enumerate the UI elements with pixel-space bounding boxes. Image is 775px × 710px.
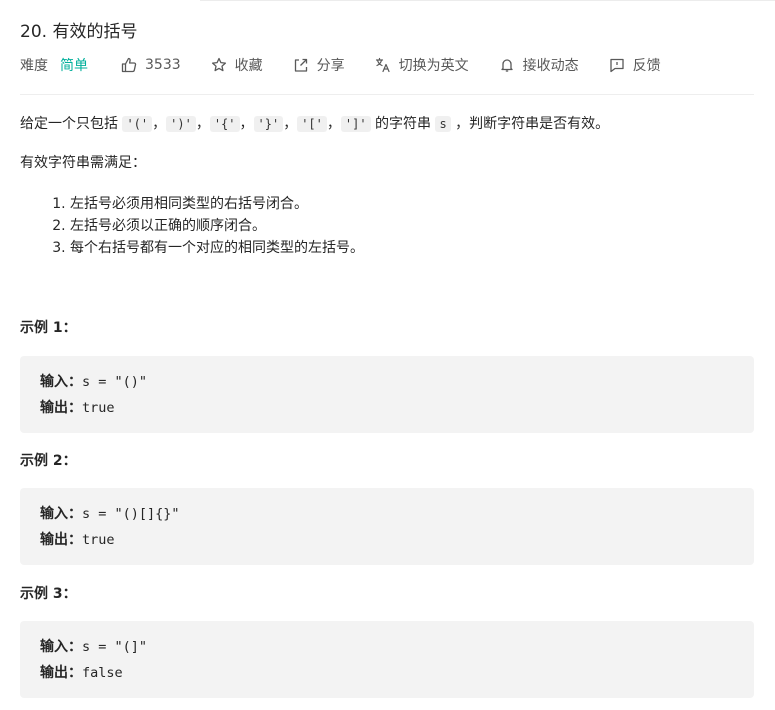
example-2-title: 示例 2： bbox=[20, 453, 77, 469]
problem-description: 给定一个只包括 '('， ')'， '{'， '}'， '['， ']' 的字符串 s ，… bbox=[20, 113, 754, 135]
switch-language-label: 切换为英文 bbox=[398, 58, 469, 74]
code-char: '[' bbox=[297, 116, 327, 132]
code-char: '}' bbox=[253, 116, 284, 132]
share-button[interactable]: 分享 bbox=[293, 55, 345, 75]
output-value: false bbox=[82, 665, 123, 681]
code-char: '(' bbox=[122, 116, 153, 132]
switch-language-button[interactable]: 切换为英文 bbox=[375, 55, 469, 75]
example-output-line: 输出：true bbox=[40, 527, 754, 553]
requirements-list: 左括号必须用相同类型的右括号闭合。 左括号必须以正确的顺序闭合。 每个右括号都有… bbox=[20, 193, 364, 259]
like-count: 3533 bbox=[145, 57, 181, 73]
example-input-line: 输入：s = "()[]{}" bbox=[40, 501, 754, 527]
translate-icon bbox=[375, 57, 391, 73]
output-value: true bbox=[82, 400, 115, 416]
output-label: 输出： bbox=[40, 400, 82, 416]
output-label: 输出： bbox=[40, 532, 82, 548]
example-1-title: 示例 1： bbox=[20, 320, 77, 336]
separator: ， bbox=[152, 116, 167, 132]
example-output-line: 输出：true bbox=[40, 395, 754, 421]
favorite-button[interactable]: 收藏 bbox=[211, 55, 263, 75]
separator: ， bbox=[195, 116, 210, 132]
code-char: '{' bbox=[209, 116, 240, 132]
separator: ， bbox=[326, 116, 341, 132]
difficulty-badge: 简单 bbox=[60, 58, 88, 74]
problem-meta-bar: 难度 简单 3533 收藏 分享 切换为英文 接收动态 反馈 bbox=[20, 54, 661, 76]
share-label: 分享 bbox=[316, 58, 345, 74]
example-input-line: 输入：s = "()" bbox=[40, 369, 754, 395]
input-value: s = "(]" bbox=[82, 639, 148, 655]
description-mid: 的字符串 bbox=[370, 116, 436, 132]
code-var: s bbox=[435, 116, 451, 132]
feedback-button[interactable]: 反馈 bbox=[609, 55, 661, 75]
input-label: 输入： bbox=[40, 374, 82, 390]
subscribe-button[interactable]: 接收动态 bbox=[499, 55, 579, 75]
code-char: ']' bbox=[340, 116, 371, 132]
separator: ， bbox=[283, 116, 298, 132]
code-char: ')' bbox=[166, 116, 196, 132]
list-item: 左括号必须以正确的顺序闭合。 bbox=[70, 215, 364, 237]
share-icon bbox=[293, 57, 309, 73]
problem-title: 20. 有效的括号 bbox=[20, 22, 138, 42]
separator: ， bbox=[239, 116, 254, 132]
difficulty-label: 难度 bbox=[20, 58, 48, 74]
thumbs-up-icon bbox=[121, 57, 137, 73]
description-prefix: 给定一个只包括 bbox=[20, 116, 123, 132]
feedback-icon bbox=[609, 57, 625, 73]
subscribe-label: 接收动态 bbox=[522, 58, 579, 74]
input-label: 输入： bbox=[40, 506, 82, 522]
example-input-line: 输入：s = "(]" bbox=[40, 634, 754, 660]
list-item: 每个右括号都有一个对应的相同类型的左括号。 bbox=[70, 237, 364, 259]
output-value: true bbox=[82, 532, 115, 548]
description-suffix: ，判断字符串是否有效。 bbox=[450, 116, 610, 132]
bell-icon bbox=[499, 57, 515, 73]
list-item: 左括号必须用相同类型的右括号闭合。 bbox=[70, 193, 364, 215]
example-3-title: 示例 3： bbox=[20, 586, 77, 602]
example-2-box: 输入：s = "()[]{}" 输出：true bbox=[20, 488, 754, 565]
like-button[interactable]: 3533 bbox=[121, 57, 181, 73]
top-border bbox=[200, 0, 775, 1]
example-output-line: 输出：false bbox=[40, 660, 754, 686]
star-icon bbox=[211, 57, 227, 73]
feedback-label: 反馈 bbox=[632, 58, 661, 74]
example-1-box: 输入：s = "()" 输出：true bbox=[20, 356, 754, 433]
input-label: 输入： bbox=[40, 639, 82, 655]
input-value: s = "()" bbox=[82, 374, 148, 390]
header-divider bbox=[20, 94, 754, 95]
output-label: 输出： bbox=[40, 665, 82, 681]
example-3-box: 输入：s = "(]" 输出：false bbox=[20, 621, 754, 698]
favorite-label: 收藏 bbox=[234, 58, 263, 74]
input-value: s = "()[]{}" bbox=[82, 506, 180, 522]
requirements-heading: 有效字符串需满足： bbox=[20, 155, 146, 171]
